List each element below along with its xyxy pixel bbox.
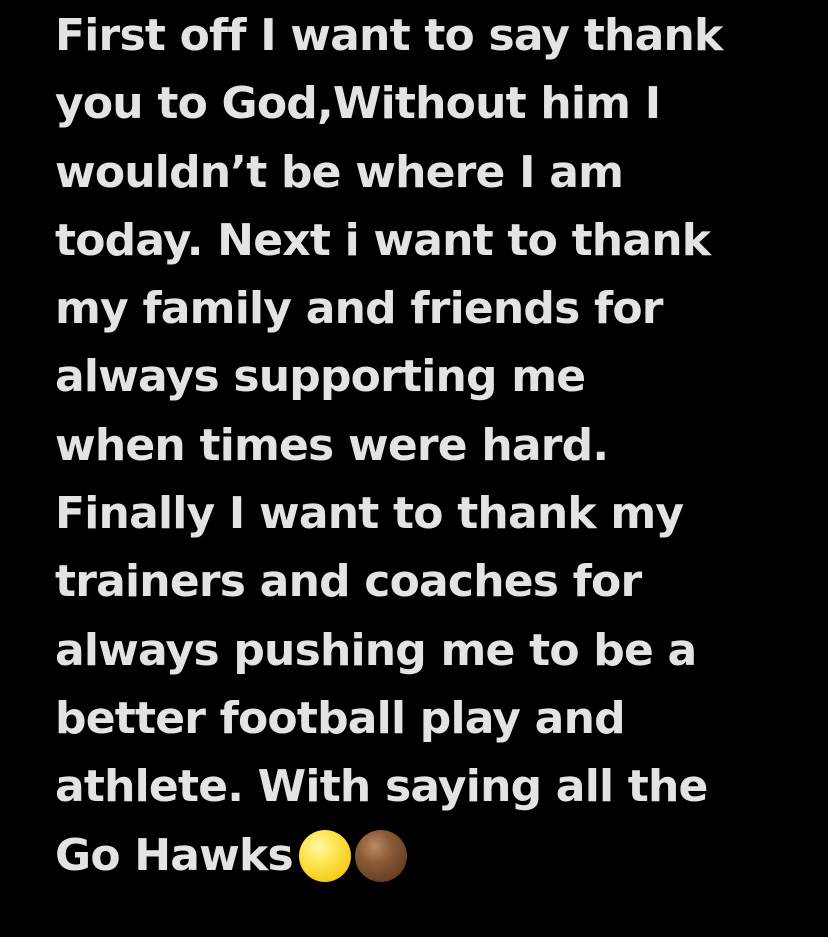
note-line-2: you to God,Without him I bbox=[55, 78, 661, 130]
note-line-12: athlete. With saying all the bbox=[55, 761, 708, 813]
note-line-3: wouldn’t be where I am bbox=[55, 146, 624, 198]
note-line-7: when times were hard. bbox=[55, 419, 609, 471]
note-line-4: today. Next i want to thank bbox=[55, 214, 711, 266]
note-line-9: trainers and coaches for bbox=[55, 556, 642, 608]
note-line-11: better football play and bbox=[55, 692, 626, 744]
note-line-5: my family and friends for bbox=[55, 283, 664, 335]
note-line-8: Finally I want to thank my bbox=[55, 488, 684, 540]
note-line-1: First off I want to say thank bbox=[55, 10, 723, 61]
yellow-circle-icon bbox=[298, 830, 351, 883]
note-line-6: always supporting me bbox=[55, 351, 586, 403]
note-text: First off I want to say thank you to God… bbox=[55, 2, 815, 890]
note-line-13: Go Hawks bbox=[55, 822, 815, 890]
note-line-10: always pushing me to be a bbox=[55, 624, 697, 676]
note-line-13-text: Go Hawks bbox=[55, 829, 294, 881]
emoji-group bbox=[298, 820, 411, 888]
brown-circle-icon bbox=[354, 830, 407, 883]
